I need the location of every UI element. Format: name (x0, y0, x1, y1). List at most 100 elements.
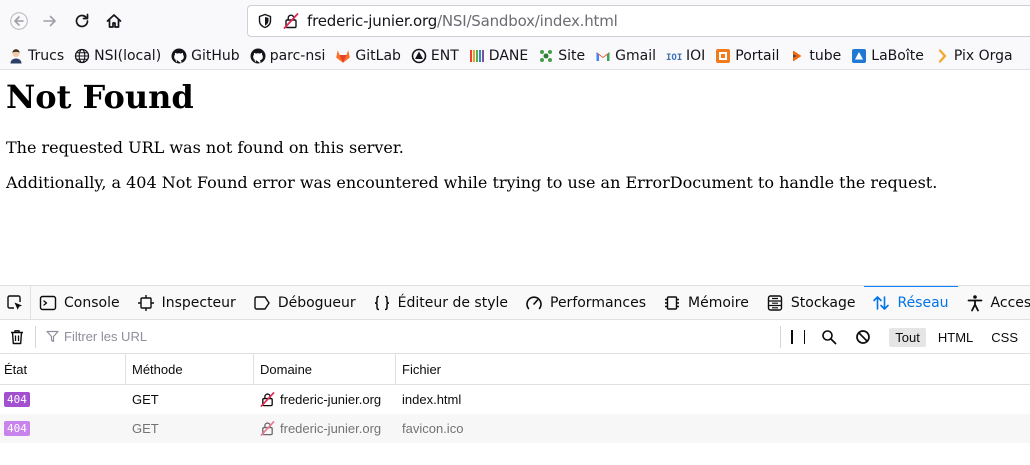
network-table-header: État Méthode Domaine Fichier (0, 354, 1030, 385)
tab-accessibility[interactable]: Accessibilité (958, 286, 1030, 319)
table-row[interactable]: 404 GET frederic-junier.org favicon.ico (0, 414, 1030, 443)
inspector-icon (137, 294, 154, 311)
tab-memory[interactable]: Mémoire (655, 286, 758, 319)
bookmark-label: Pix Orga (953, 47, 1013, 64)
back-button[interactable] (6, 8, 32, 34)
reload-button[interactable] (69, 8, 95, 34)
column-domain[interactable]: Domaine (254, 354, 396, 384)
tab-label: Performances (550, 294, 647, 311)
filter-urls-input[interactable] (64, 329, 364, 344)
bookmark-label: IOI (685, 47, 706, 64)
domain-cell: frederic-junier.org (254, 385, 396, 414)
status-badge: 404 (4, 392, 30, 407)
forward-arrow-icon (43, 15, 56, 27)
page-title: Not Found (6, 78, 194, 116)
accessibility-icon (967, 294, 982, 311)
status-badge: 404 (4, 421, 30, 436)
tab-inspector[interactable]: Inspecteur (129, 286, 245, 319)
tab-label: Stockage (790, 294, 856, 311)
file-cell: index.html (402, 392, 462, 407)
tab-storage[interactable]: Stockage (758, 286, 865, 319)
table-row[interactable]: 404 GET frederic-junier.org index.html (0, 385, 1030, 414)
bookmark-gmail[interactable]: Gmail (595, 48, 656, 64)
reload-icon (75, 13, 89, 28)
tab-network[interactable]: Réseau (864, 286, 958, 319)
bookmark-site[interactable]: Site (538, 48, 585, 64)
bookmark-label: Trucs (28, 47, 65, 64)
domain-text: frederic-junier.org (280, 421, 382, 436)
console-icon (39, 295, 57, 310)
bookmark-ioi[interactable]: IOI IOI (666, 48, 705, 64)
bookmark-parc-nsi[interactable]: parc-nsi (250, 47, 326, 64)
bookmark-gitlab[interactable]: GitLab (335, 48, 401, 64)
column-file[interactable]: Fichier (396, 354, 1030, 384)
bookmark-pix-orga[interactable]: Pix Orga (934, 48, 1013, 64)
block-icon[interactable] (855, 329, 871, 345)
home-icon (106, 14, 122, 28)
debugger-icon (254, 295, 270, 310)
column-method[interactable]: Méthode (126, 354, 254, 384)
tab-label: Console (64, 294, 120, 311)
bookmark-trucs[interactable]: Trucs (8, 48, 64, 64)
bookmark-label: GitLab (355, 47, 401, 64)
tab-label: Mémoire (688, 294, 749, 311)
filter-css-button[interactable]: CSS (985, 328, 1024, 347)
insecure-lock-icon (260, 392, 275, 407)
search-icon[interactable] (821, 329, 837, 345)
bookmark-nsi-local[interactable]: NSI(local) (74, 48, 161, 64)
tab-debugger[interactable]: Débogueur (245, 286, 365, 319)
filter-bar-actions: Tout HTML CSS (780, 320, 1030, 354)
bookmark-ent[interactable]: ENT (411, 48, 459, 64)
method-cell: GET (132, 392, 159, 407)
filter-html-button[interactable]: HTML (932, 328, 979, 347)
url-text[interactable]: frederic-junier.org/NSI/Sandbox/index.ht… (307, 12, 618, 30)
page-content: Not Found The requested URL was not foun… (0, 71, 1030, 285)
bookmark-label: Site (558, 47, 586, 64)
domain-text: frederic-junier.org (280, 392, 382, 407)
tube-icon (789, 48, 805, 64)
dane-icon (469, 48, 485, 64)
home-button[interactable] (101, 8, 127, 34)
network-filter-bar: Tout HTML CSS (0, 320, 1030, 354)
bookmark-tube[interactable]: tube (789, 48, 841, 64)
bookmark-github[interactable]: GitHub (171, 48, 240, 64)
domain-cell: frederic-junier.org (254, 414, 396, 443)
filter-all-button[interactable]: Tout (889, 327, 926, 347)
gitlab-icon (335, 48, 351, 64)
ioi-icon: IOI (666, 48, 682, 64)
column-status[interactable]: État (0, 354, 126, 384)
ent-icon (411, 48, 427, 64)
error-detail: Additionally, a 404 Not Found error was … (6, 173, 938, 192)
tab-console[interactable]: Console (31, 286, 129, 319)
trash-icon[interactable] (8, 328, 26, 346)
status-cell: 404 (0, 414, 126, 443)
bookmark-portail[interactable]: Portail (715, 48, 779, 64)
tracking-shield-icon[interactable] (257, 13, 273, 29)
toolbar-divider (35, 325, 36, 348)
pause-icon[interactable] (791, 330, 806, 344)
memory-icon (665, 295, 680, 310)
tab-style-editor[interactable]: Éditeur de style (365, 286, 517, 319)
address-bar[interactable]: frederic-junier.org/NSI/Sandbox/index.ht… (247, 5, 1030, 37)
performance-icon (526, 295, 542, 309)
bookmark-label: Portail (735, 47, 780, 64)
url-host: frederic-junier.org (307, 12, 438, 30)
bookmark-laboite[interactable]: LaBoîte (851, 48, 924, 64)
bookmark-label: parc-nsi (269, 47, 326, 64)
bookmark-dane[interactable]: DANE (469, 48, 528, 64)
gmail-icon (595, 48, 611, 64)
bookmark-label: ENT (430, 47, 459, 64)
portail-icon (715, 48, 731, 64)
bookmark-label: DANE (488, 47, 529, 64)
tab-label: Éditeur de style (397, 294, 508, 311)
insecure-lock-icon[interactable] (283, 13, 299, 29)
network-icon (873, 295, 890, 310)
forward-button[interactable] (37, 8, 63, 34)
site-icon (538, 48, 554, 64)
element-picker-button[interactable] (0, 286, 31, 319)
globe-icon (74, 48, 90, 64)
style-editor-icon (374, 295, 389, 310)
tab-performance[interactable]: Performances (517, 286, 655, 319)
svg-text:IOI: IOI (666, 53, 682, 63)
method-cell: GET (132, 421, 159, 436)
